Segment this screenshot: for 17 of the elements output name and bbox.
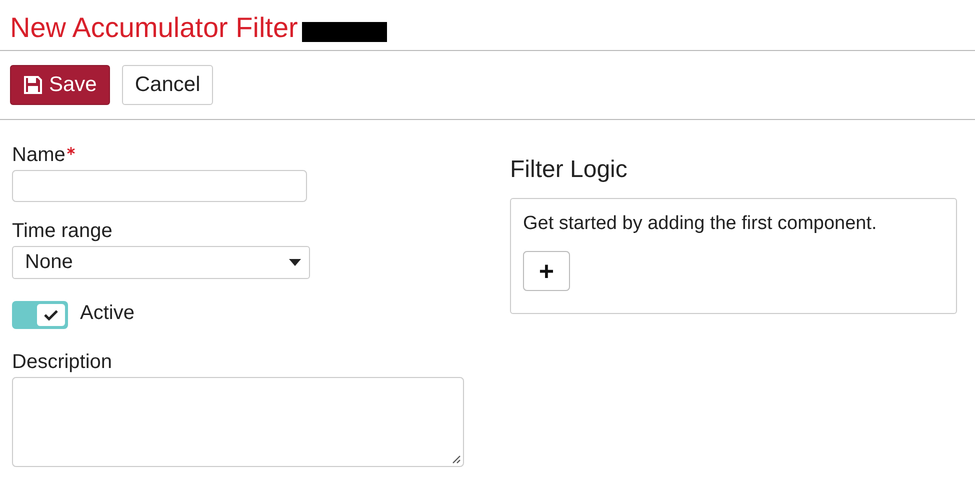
time-range-dropdown[interactable]: None [12,246,310,279]
field-label: Time range [12,220,114,243]
field-label: Name [12,144,66,166]
empty-message: Get started by adding the first component. [523,213,878,235]
description-field[interactable] [12,377,464,467]
cancel-button[interactable]: Cancel [122,65,214,105]
name-field[interactable] [12,170,307,202]
toggle-switch[interactable] [12,301,68,329]
add-component-button[interactable]: + [523,251,570,291]
caret-icon [289,259,301,266]
save-button[interactable]: Save [10,65,110,105]
resize-handle-icon[interactable] [451,454,461,464]
section-heading: Filter Logic [510,156,628,184]
checkmark-icon [44,309,58,321]
field-label: Description [12,351,114,374]
toggle-label: Active [80,302,134,325]
page-title: New Accumulator Filter [10,12,298,44]
